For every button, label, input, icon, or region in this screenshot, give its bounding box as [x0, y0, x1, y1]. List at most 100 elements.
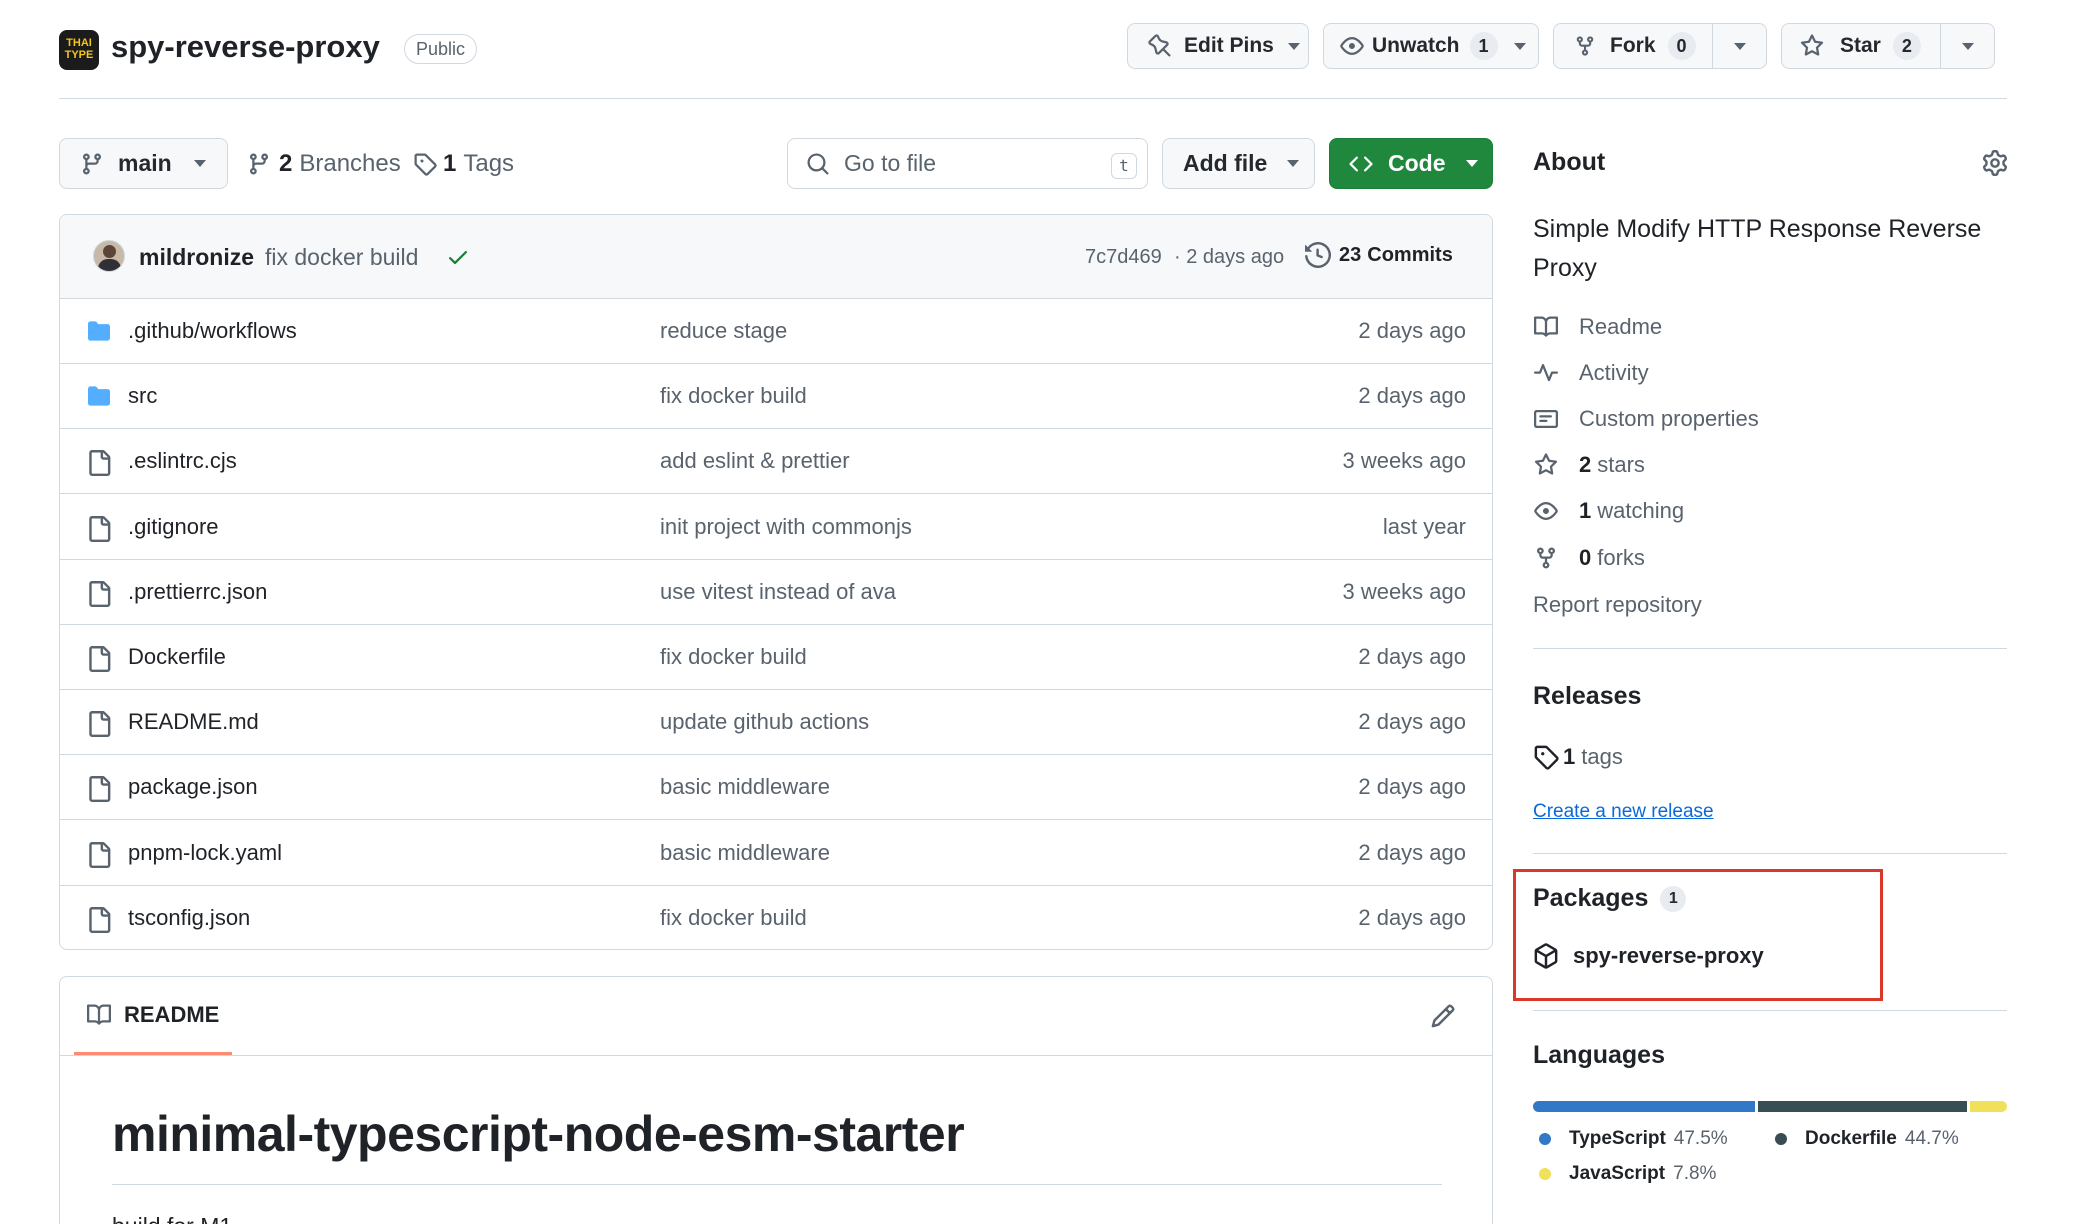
file-commit-message[interactable]: fix docker build: [660, 383, 807, 409]
file-commit-message[interactable]: basic middleware: [660, 840, 830, 866]
chevron-down-icon: [1465, 160, 1478, 167]
pulse-icon: [1533, 361, 1579, 385]
watching-link[interactable]: 1 watching: [1533, 498, 1684, 524]
about-description-line-1: Simple Modify HTTP Response Reverse: [1533, 215, 1982, 243]
tags-link[interactable]: 1 Tags: [413, 150, 514, 178]
sidebar-divider: [1533, 853, 2007, 854]
edit-pencil-icon[interactable]: [1430, 1003, 1456, 1029]
packages-count: 1: [1660, 885, 1687, 912]
fork-dropdown-button[interactable]: [1713, 24, 1767, 68]
note-icon: [1533, 407, 1579, 431]
create-release-link[interactable]: Create a new release: [1533, 801, 1714, 823]
fork-label: Fork: [1610, 34, 1656, 57]
star-button[interactable]: Star 2: [1782, 24, 1940, 68]
file-commit-message[interactable]: update github actions: [660, 709, 869, 735]
table-row[interactable]: Dockerfile fix docker build 2 days ago: [60, 625, 1492, 690]
releases-title[interactable]: Releases: [1533, 682, 1641, 711]
readme-link-label: Readme: [1579, 314, 1663, 339]
file-commit-message[interactable]: fix docker build: [660, 644, 807, 670]
readme-tab-divider: [60, 1055, 1492, 1056]
file-name[interactable]: package.json: [128, 774, 258, 800]
star-label: Star: [1840, 34, 1881, 57]
table-row[interactable]: .eslintrc.cjs add eslint & prettier 3 week…: [60, 429, 1492, 495]
file-commit-date: 2 days ago: [1358, 644, 1466, 669]
avatar[interactable]: [93, 240, 125, 272]
repo-name[interactable]: spy-reverse-proxy: [111, 29, 380, 65]
language-item[interactable]: JavaScript 7.8%: [1533, 1163, 1716, 1185]
packages-title-row[interactable]: Packages 1: [1533, 884, 1687, 913]
edit-pins-button[interactable]: Edit Pins: [1127, 23, 1309, 69]
table-row[interactable]: README.md update github actions 2 days ago: [60, 690, 1492, 756]
commits-label: Commits: [1367, 243, 1453, 266]
forks-label: forks: [1597, 545, 1645, 570]
package-item[interactable]: spy-reverse-proxy: [1533, 943, 1764, 969]
file-commit-message[interactable]: basic middleware: [660, 774, 830, 800]
language-item[interactable]: Dockerfile 44.7%: [1769, 1128, 1959, 1150]
file-name[interactable]: .github/workflows: [128, 318, 297, 344]
file-name[interactable]: src: [128, 383, 157, 409]
file-name[interactable]: Dockerfile: [128, 644, 226, 670]
release-tags-link[interactable]: 1 tags: [1533, 744, 1623, 770]
table-row[interactable]: pnpm-lock.yaml basic middleware 2 days ago: [60, 821, 1492, 886]
file-name[interactable]: README.md: [128, 709, 259, 735]
readme-heading-rule: [112, 1184, 1442, 1185]
activity-link[interactable]: Activity: [1533, 360, 1649, 386]
repo-logo[interactable]: THAI TYPE: [59, 30, 99, 70]
language-bar-segment[interactable]: [1970, 1101, 2007, 1112]
file-icon: [86, 906, 112, 933]
branch-selector[interactable]: main: [59, 138, 228, 189]
readme-heading: minimal-typescript-node-esm-starter: [112, 1106, 965, 1162]
add-file-button[interactable]: Add file: [1162, 138, 1315, 189]
readme-link[interactable]: Readme: [1533, 314, 1662, 340]
unwatch-button[interactable]: Unwatch 1: [1323, 23, 1539, 69]
commit-message[interactable]: fix docker build: [265, 244, 418, 271]
table-row[interactable]: .prettierrc.json use vitest instead of av…: [60, 560, 1492, 625]
file-commit-message[interactable]: fix docker build: [660, 905, 807, 931]
readme-panel: README minimal-typescript-node-esm-start…: [59, 976, 1493, 1224]
shortcut-key: t: [1111, 153, 1137, 179]
file-commit-message[interactable]: add eslint & prettier: [660, 448, 850, 474]
readme-tab[interactable]: README: [74, 977, 232, 1055]
commits-link[interactable]: 23 Commits: [1305, 242, 1453, 268]
language-item[interactable]: TypeScript 47.5%: [1533, 1128, 1728, 1150]
file-name[interactable]: tsconfig.json: [128, 905, 250, 931]
folder-icon: [86, 320, 112, 342]
custom-properties-link[interactable]: Custom properties: [1533, 406, 1759, 432]
about-title: About: [1533, 148, 1606, 176]
language-bar-segment[interactable]: [1758, 1101, 1971, 1112]
branches-link[interactable]: 2 Branches: [247, 150, 401, 178]
table-row[interactable]: .gitignore init project with commonjs last…: [60, 495, 1492, 560]
report-repository-link[interactable]: Report repository: [1533, 592, 1702, 618]
commit-author[interactable]: mildronize: [139, 244, 254, 271]
file-name[interactable]: .prettierrc.json: [128, 579, 267, 605]
file-icon: [86, 450, 112, 477]
code-icon: [1348, 152, 1374, 176]
chevron-down-icon: [1962, 42, 1974, 50]
chevron-down-icon: [193, 160, 206, 167]
history-icon: [1305, 242, 1331, 268]
language-percent: 47.5%: [1673, 1128, 1728, 1149]
file-commit-message[interactable]: use vitest instead of ava: [660, 579, 896, 605]
gear-icon[interactable]: [1982, 150, 2008, 176]
go-to-file-search[interactable]: Go to file t: [787, 138, 1148, 189]
language-bar-segment[interactable]: [1533, 1101, 1759, 1112]
forks-link[interactable]: 0 forks: [1533, 545, 1645, 571]
star-dropdown-button[interactable]: [1941, 24, 1995, 68]
chevron-down-icon: [1734, 42, 1746, 50]
file-commit-message[interactable]: reduce stage: [660, 318, 787, 344]
code-button[interactable]: Code: [1329, 138, 1493, 189]
file-icon: [86, 776, 112, 803]
file-commit-date: 2 days ago: [1358, 709, 1466, 735]
fork-button[interactable]: Fork 0: [1554, 24, 1712, 68]
stars-link[interactable]: 2 stars: [1533, 452, 1645, 478]
file-name[interactable]: .gitignore: [128, 514, 219, 540]
file-name[interactable]: pnpm-lock.yaml: [128, 840, 282, 866]
commit-hash[interactable]: 7c7d469: [1085, 246, 1162, 269]
file-name[interactable]: .eslintrc.cjs: [128, 448, 237, 474]
table-row[interactable]: package.json basic middleware 2 days ago: [60, 755, 1492, 821]
table-row[interactable]: tsconfig.json fix docker build 2 days ago: [60, 886, 1492, 949]
readme-tab-label: README: [124, 1001, 220, 1027]
file-commit-message[interactable]: init project with commonjs: [660, 514, 912, 540]
table-row[interactable]: src fix docker build 2 days ago: [60, 364, 1492, 430]
table-row[interactable]: .github/workflows reduce stage 2 days ago: [60, 299, 1492, 364]
